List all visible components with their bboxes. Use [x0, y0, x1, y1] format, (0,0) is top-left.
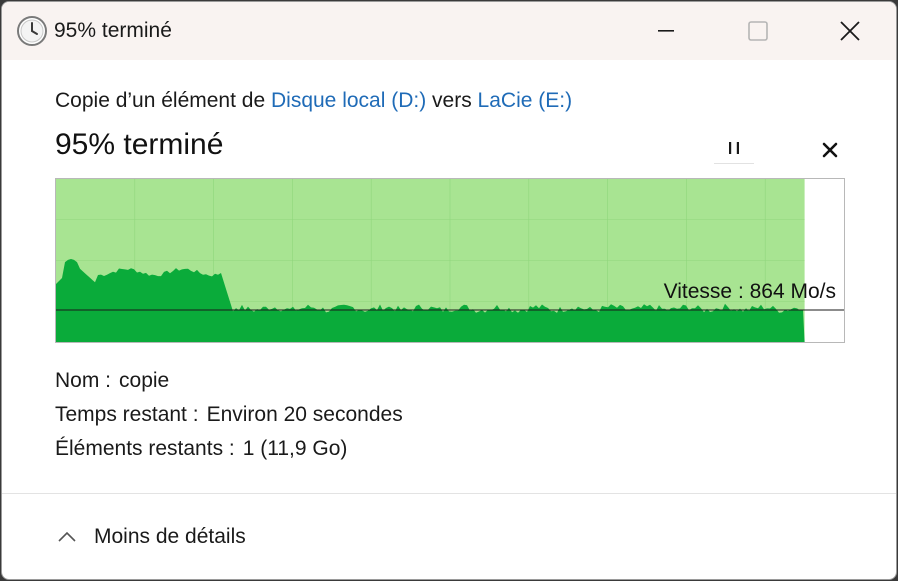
less-details-button[interactable]: Moins de détails	[58, 517, 246, 557]
cancel-button[interactable]	[810, 132, 850, 168]
transfer-speed-graph: Vitesse : 864 Mo/s	[55, 178, 845, 343]
copy-middle: vers	[426, 89, 478, 112]
copy-progress-dialog: 95% terminé Copie d’un élément de Disque…	[1, 1, 897, 580]
name-label: Nom :	[55, 369, 112, 392]
progress-title: 95% terminé	[55, 128, 224, 161]
source-link[interactable]: Disque local (D:)	[271, 89, 426, 112]
clock-icon	[16, 15, 48, 47]
cancel-icon	[822, 142, 838, 158]
minimize-icon	[658, 30, 674, 32]
pause-button[interactable]	[714, 132, 754, 164]
pause-icon	[729, 141, 739, 154]
speed-label: Vitesse : 864 Mo/s	[663, 280, 836, 303]
time-label: Temps restant :	[55, 403, 199, 426]
close-icon	[840, 21, 860, 41]
minimize-button[interactable]	[620, 2, 712, 60]
copy-prefix: Copie d’un élément de	[55, 89, 271, 112]
chevron-up-icon	[58, 532, 76, 542]
less-details-label: Moins de détails	[94, 525, 246, 548]
close-button[interactable]	[804, 2, 896, 60]
detail-name: Nom : copie	[55, 369, 169, 393]
time-value: Environ 20 secondes	[206, 403, 403, 426]
items-label: Éléments restants :	[55, 437, 235, 460]
destination-link[interactable]: LaCie (E:)	[478, 89, 573, 112]
detail-items-remaining: Éléments restants : 1 (11,9 Go)	[55, 437, 347, 461]
name-value: copie	[119, 369, 170, 392]
copy-description: Copie d’un élément de Disque local (D:) …	[55, 89, 572, 113]
items-value: 1 (11,9 Go)	[242, 437, 348, 460]
maximize-button[interactable]	[712, 2, 804, 60]
title-bar[interactable]: 95% terminé	[2, 2, 896, 60]
maximize-icon	[748, 21, 768, 41]
window-title: 95% terminé	[54, 19, 172, 42]
speed-graph-canvas	[56, 179, 844, 342]
detail-time-remaining: Temps restant : Environ 20 secondes	[55, 403, 403, 427]
footer-divider	[2, 493, 896, 494]
